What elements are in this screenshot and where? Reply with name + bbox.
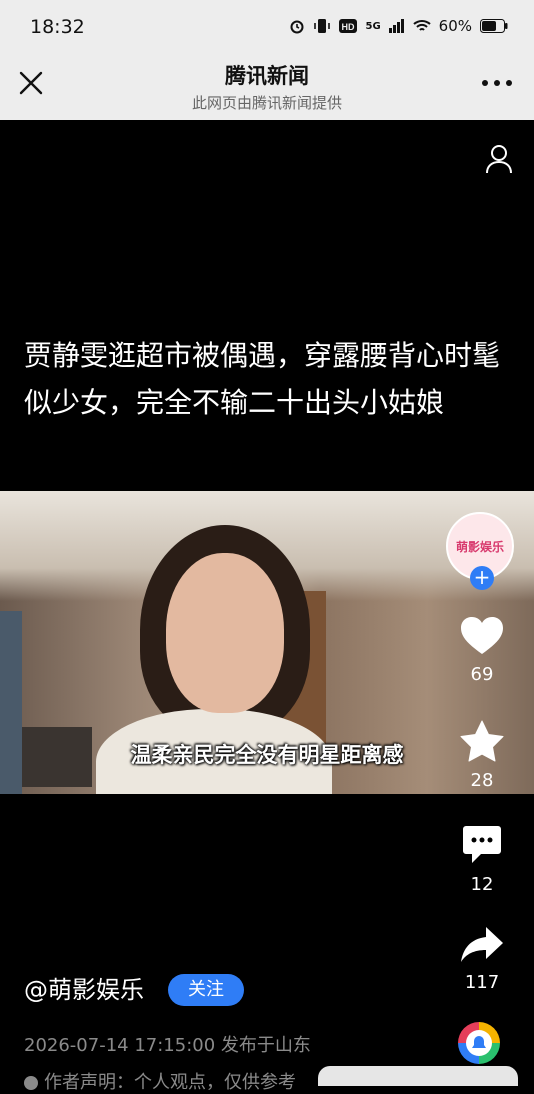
status-icons: HD 5G 60% (289, 17, 508, 35)
comment-icon (463, 826, 501, 863)
hd-icon: HD (339, 19, 358, 33)
status-time: 18:32 (30, 16, 85, 38)
follow-plus-button[interactable]: + (470, 566, 494, 590)
wifi-icon (412, 20, 431, 31)
author-name[interactable]: @萌影娱乐 (24, 970, 144, 1005)
video-person-face (166, 553, 284, 713)
avatar-text: 萌影娱乐 (455, 539, 504, 554)
favorite-count: 28 (470, 770, 494, 791)
vibrate-icon (314, 19, 331, 33)
page-title: 腾讯新闻 (225, 64, 309, 88)
network-label: 5G (365, 20, 381, 32)
signal-icon (388, 19, 404, 33)
comment-count: 12 (470, 874, 494, 895)
user-icon[interactable] (486, 144, 512, 174)
share-count: 117 (464, 972, 500, 993)
comment-button[interactable]: 12 (446, 824, 518, 895)
battery-icon (480, 19, 508, 33)
more-icon[interactable] (482, 80, 512, 86)
alarm-icon (290, 20, 304, 34)
webview-header: 腾讯新闻 此网页由腾讯新闻提供 (0, 56, 534, 120)
heart-icon (461, 617, 503, 654)
info-icon (24, 1076, 38, 1090)
svg-text:HD: HD (342, 22, 355, 32)
like-count: 69 (470, 664, 494, 685)
battery-percent: 60% (438, 17, 472, 35)
author-declaration: 作者声明：个人观点，仅供参考 (24, 1068, 296, 1094)
post-headline: 贾静雯逛超市被偶遇，穿露腰背心时髦似少女，完全不输二十出头小姑娘 (24, 339, 501, 419)
bell-icon (472, 1036, 486, 1048)
page-subtitle: 此网页由腾讯新闻提供 (191, 94, 342, 112)
like-button[interactable]: 69 (446, 616, 518, 685)
download-banner[interactable] (318, 1066, 518, 1086)
star-icon (460, 720, 504, 762)
share-button[interactable]: 117 (446, 926, 518, 993)
tencent-news-app-icon[interactable] (458, 1022, 500, 1064)
video-post: 贾静雯逛超市被偶遇，穿露腰背心时髦似少女，完全不输二十出头小姑娘 温柔亲民完全没… (0, 120, 534, 1093)
post-meta: 2026-07-14 17:15:00 发布于山东 (24, 1035, 311, 1056)
favorite-button[interactable]: 28 (446, 720, 518, 791)
declaration-text: 作者声明：个人观点，仅供参考 (44, 1072, 296, 1093)
follow-button[interactable]: 关注 (168, 974, 244, 1006)
status-bar: 18:32 HD 5G 60% (0, 0, 534, 56)
share-icon (461, 927, 503, 962)
